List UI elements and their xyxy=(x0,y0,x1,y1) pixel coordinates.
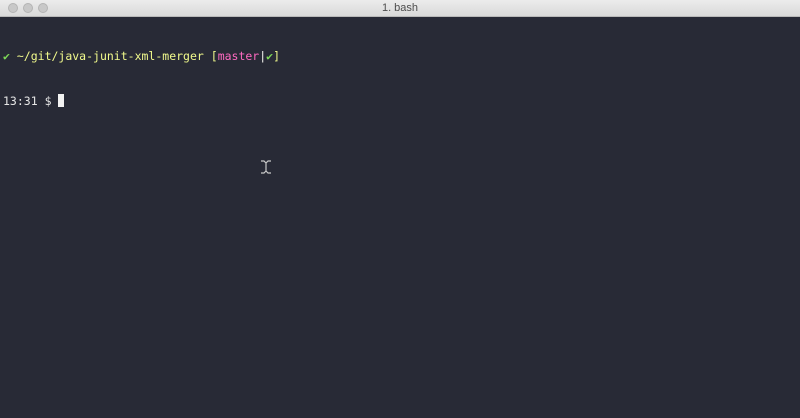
prompt-line-1: ✔ ~/git/java-junit-xml-merger [master|✔] xyxy=(3,49,800,64)
git-bracket-open: [ xyxy=(210,49,218,63)
git-branch-name: master xyxy=(217,49,260,63)
prompt-time: 13:31 xyxy=(3,94,38,108)
terminal-output[interactable]: ✔ ~/git/java-junit-xml-merger [master|✔]… xyxy=(0,17,800,418)
status-check-icon: ✔ xyxy=(3,49,10,63)
ibeam-cursor-icon xyxy=(261,160,271,174)
prompt-line-2: 13:31 $ xyxy=(3,94,800,109)
terminal-window: 1. bash ✔ ~/git/java-junit-xml-merger [m… xyxy=(0,0,800,418)
title-bar[interactable]: 1. bash xyxy=(0,0,800,17)
git-bracket-close: ] xyxy=(273,49,281,63)
prompt-symbol: $ xyxy=(44,94,52,108)
window-title: 1. bash xyxy=(381,2,419,14)
text-cursor[interactable] xyxy=(58,94,65,107)
current-path: ~/git/java-junit-xml-merger xyxy=(16,49,204,63)
